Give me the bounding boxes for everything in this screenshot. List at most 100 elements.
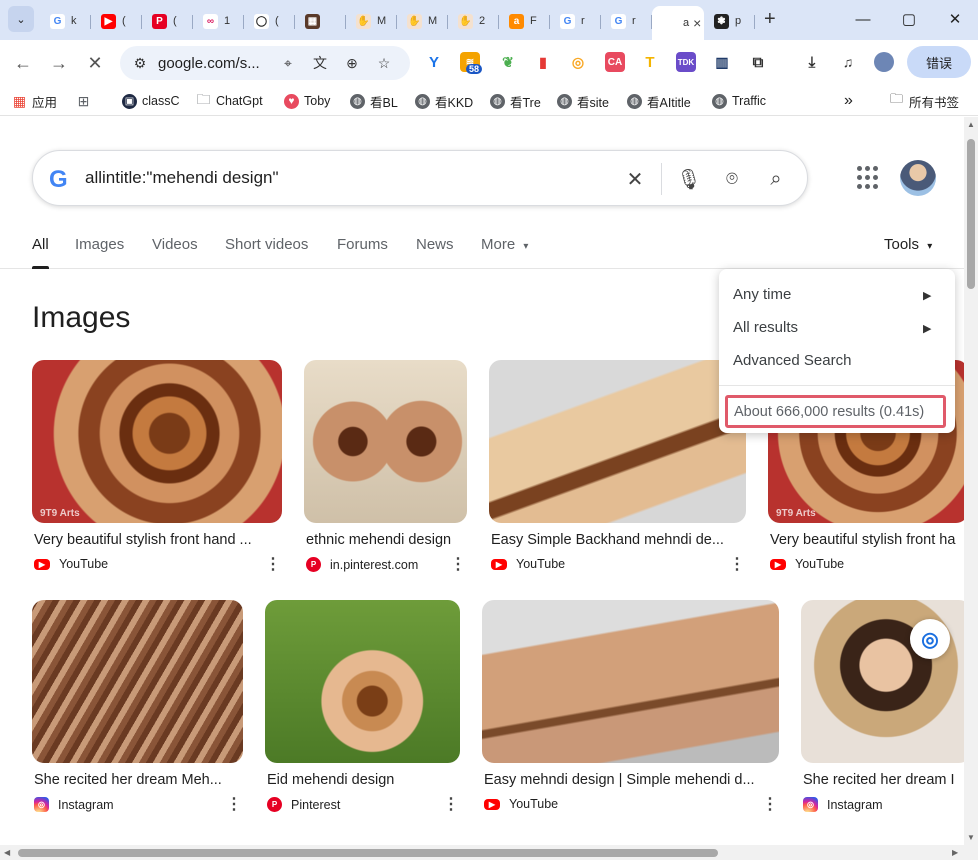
tab-images[interactable]: Images — [75, 236, 124, 253]
browser-tab[interactable]: ▶( — [91, 6, 142, 36]
bookmarks-more-button[interactable]: » — [844, 92, 853, 110]
menu-item-advanced-search[interactable]: Advanced Search — [733, 352, 851, 369]
image-result-source[interactable]: ◎ Instagram — [803, 797, 883, 812]
scroll-up-icon[interactable]: ▲ — [967, 120, 975, 129]
more-options-icon[interactable]: ⋮ — [762, 794, 778, 814]
site-settings-icon[interactable]: ⚙ — [130, 53, 150, 73]
browser-tab[interactable]: ◯( — [244, 6, 295, 36]
browser-tab[interactable]: ❃ p — [704, 6, 755, 36]
image-result-source[interactable]: ▶ YouTube — [34, 557, 108, 571]
profile-error-button[interactable]: 错误 — [907, 46, 971, 78]
image-result-source[interactable]: Pin.pinterest.com — [306, 557, 418, 572]
floating-assistant-icon[interactable]: ◎ — [910, 619, 950, 659]
browser-tab[interactable]: P( — [142, 6, 193, 36]
image-result-title[interactable]: Very beautiful stylish front hand ... — [34, 532, 280, 548]
tab-videos[interactable]: Videos — [152, 236, 198, 253]
extension-ca-icon[interactable]: CA — [605, 52, 625, 72]
image-thumbnail[interactable]: 9T9 Arts — [32, 360, 282, 523]
tab-news[interactable]: News — [416, 236, 454, 253]
image-result-source[interactable]: ▶ YouTube — [770, 557, 844, 571]
bookmark-item[interactable]: ◍ Traffic — [712, 92, 766, 110]
image-result-card[interactable]: Eid mehendi design P Pinterest ⋮ — [265, 600, 460, 833]
tab-all[interactable]: All — [32, 236, 49, 269]
bookmark-star-icon[interactable]: ☆ — [374, 53, 394, 73]
image-thumbnail[interactable] — [482, 600, 779, 763]
bookmark-item[interactable]: ◍ 看KKD — [415, 92, 473, 110]
translate-icon[interactable]: 文 — [310, 53, 330, 73]
extensions-puzzle-icon[interactable]: ⧉ — [748, 52, 768, 72]
image-result-card[interactable]: She recited her dream Meh... ◎ Instagram ⋮ — [32, 600, 243, 833]
image-result-card[interactable]: Easy Simple Backhand mehndi de... ▶ YouTub… — [489, 360, 746, 593]
bookmark-item[interactable]: 🗀 ChatGpt — [196, 91, 263, 110]
image-result-title[interactable]: Easy mehndi design | Simple mehendi d... — [484, 772, 777, 788]
extension-books-icon[interactable]: ▥ — [712, 52, 732, 72]
image-result-source[interactable]: ▶ YouTube — [491, 557, 565, 571]
search-box[interactable]: G allintitle:"mehendi design" ✕ 🎙 ⌾ ⌕ — [32, 150, 808, 206]
image-result-source[interactable]: ▶ YouTube — [484, 797, 558, 811]
image-result-title[interactable]: Very beautiful stylish front ha — [770, 532, 964, 548]
tab-forums[interactable]: Forums — [337, 236, 388, 253]
tab-short-videos[interactable]: Short videos — [225, 236, 308, 253]
close-window-button[interactable]: ✕ — [940, 6, 970, 32]
back-button[interactable]: ← — [10, 50, 36, 76]
close-tab-icon[interactable]: × — [693, 15, 701, 31]
image-result-source[interactable]: ◎ Instagram — [34, 797, 114, 812]
extension-tdk-icon[interactable]: TDK — [676, 52, 696, 72]
browser-tab[interactable]: Gk — [40, 6, 91, 36]
image-thumbnail[interactable] — [32, 600, 243, 763]
image-result-title[interactable]: She recited her dream I — [803, 772, 964, 788]
bookmark-item[interactable]: ▣ classC — [122, 92, 180, 110]
menu-item-all-results[interactable]: All results — [733, 319, 798, 336]
bookmark-item[interactable]: ♥ Toby — [284, 92, 330, 110]
download-icon[interactable]: ⤓ — [802, 52, 822, 72]
lens-search-icon[interactable]: ⌾ — [718, 165, 746, 193]
browser-tab[interactable]: Gr — [550, 6, 601, 36]
voice-search-icon[interactable]: 🎙 — [675, 165, 703, 193]
forward-button[interactable]: → — [46, 50, 72, 76]
account-avatar[interactable] — [900, 160, 936, 196]
url-text[interactable]: google.com/s... — [158, 55, 260, 72]
horizontal-scrollbar[interactable]: ◀ ▶ — [0, 845, 978, 860]
extension-t-icon[interactable]: T — [640, 52, 660, 72]
extension-compass-icon[interactable]: ◎ — [568, 52, 588, 72]
maximize-button[interactable]: ▢ — [894, 6, 924, 32]
image-result-card[interactable]: 9T9 Arts Very beautiful stylish front han… — [32, 360, 282, 593]
bookmark-item[interactable]: ◍ 看AItitle — [627, 92, 691, 110]
scroll-left-icon[interactable]: ◀ — [4, 848, 10, 857]
minimize-button[interactable]: — — [848, 6, 878, 32]
zoom-icon[interactable]: ⊕ — [342, 53, 362, 73]
image-result-source[interactable]: P Pinterest — [267, 797, 340, 812]
stop-loading-button[interactable]: ✕ — [82, 50, 108, 76]
tab-search-button[interactable]: ⌄ — [8, 6, 34, 32]
browser-tab[interactable]: aF — [499, 6, 550, 36]
tools-button[interactable]: Tools ▾ — [884, 236, 932, 253]
more-options-icon[interactable]: ⋮ — [443, 794, 459, 814]
address-bar[interactable]: ⚙ google.com/s... ⌖ 文 ⊕ ☆ — [120, 46, 410, 80]
extension-red-icon[interactable]: ▮ — [533, 52, 553, 72]
image-thumbnail[interactable] — [265, 600, 460, 763]
horizontal-scroll-thumb[interactable] — [18, 849, 718, 857]
browser-tab[interactable]: ✋ M — [397, 6, 448, 36]
google-apps-icon[interactable] — [857, 166, 881, 190]
extension-leaf-icon[interactable]: ❦ — [498, 52, 518, 72]
browser-tab[interactable]: ▦ — [295, 6, 346, 36]
new-tab-button[interactable]: + — [764, 8, 776, 31]
bookmark-item[interactable]: ◍ 看Tre — [490, 92, 541, 110]
more-options-icon[interactable]: ⋮ — [450, 554, 466, 574]
image-result-title[interactable]: ethnic mehendi design — [306, 532, 465, 548]
browser-tab[interactable]: ✋ 2 — [448, 6, 499, 36]
vertical-scrollbar[interactable]: ▲ ▼ — [964, 117, 978, 845]
vertical-scroll-thumb[interactable] — [967, 139, 975, 289]
menu-item-any-time[interactable]: Any time — [733, 286, 791, 303]
image-result-title[interactable]: Easy Simple Backhand mehndi de... — [491, 532, 744, 548]
image-result-title[interactable]: Eid mehendi design — [267, 772, 458, 788]
tab-more[interactable]: More ▾ — [481, 236, 528, 253]
image-result-card[interactable]: Easy mehndi design | Simple mehendi d...… — [482, 600, 779, 833]
all-bookmarks-button[interactable]: 🗀 所有书签 — [890, 91, 959, 110]
scroll-down-icon[interactable]: ▼ — [967, 833, 975, 842]
bookmark-item[interactable]: ◍ 看site — [557, 92, 609, 110]
browser-tab[interactable]: Gr — [601, 6, 652, 36]
more-options-icon[interactable]: ⋮ — [265, 554, 281, 574]
bookmark-item[interactable]: ▦ 应用 — [12, 92, 57, 110]
clear-search-icon[interactable]: ✕ — [621, 165, 649, 193]
